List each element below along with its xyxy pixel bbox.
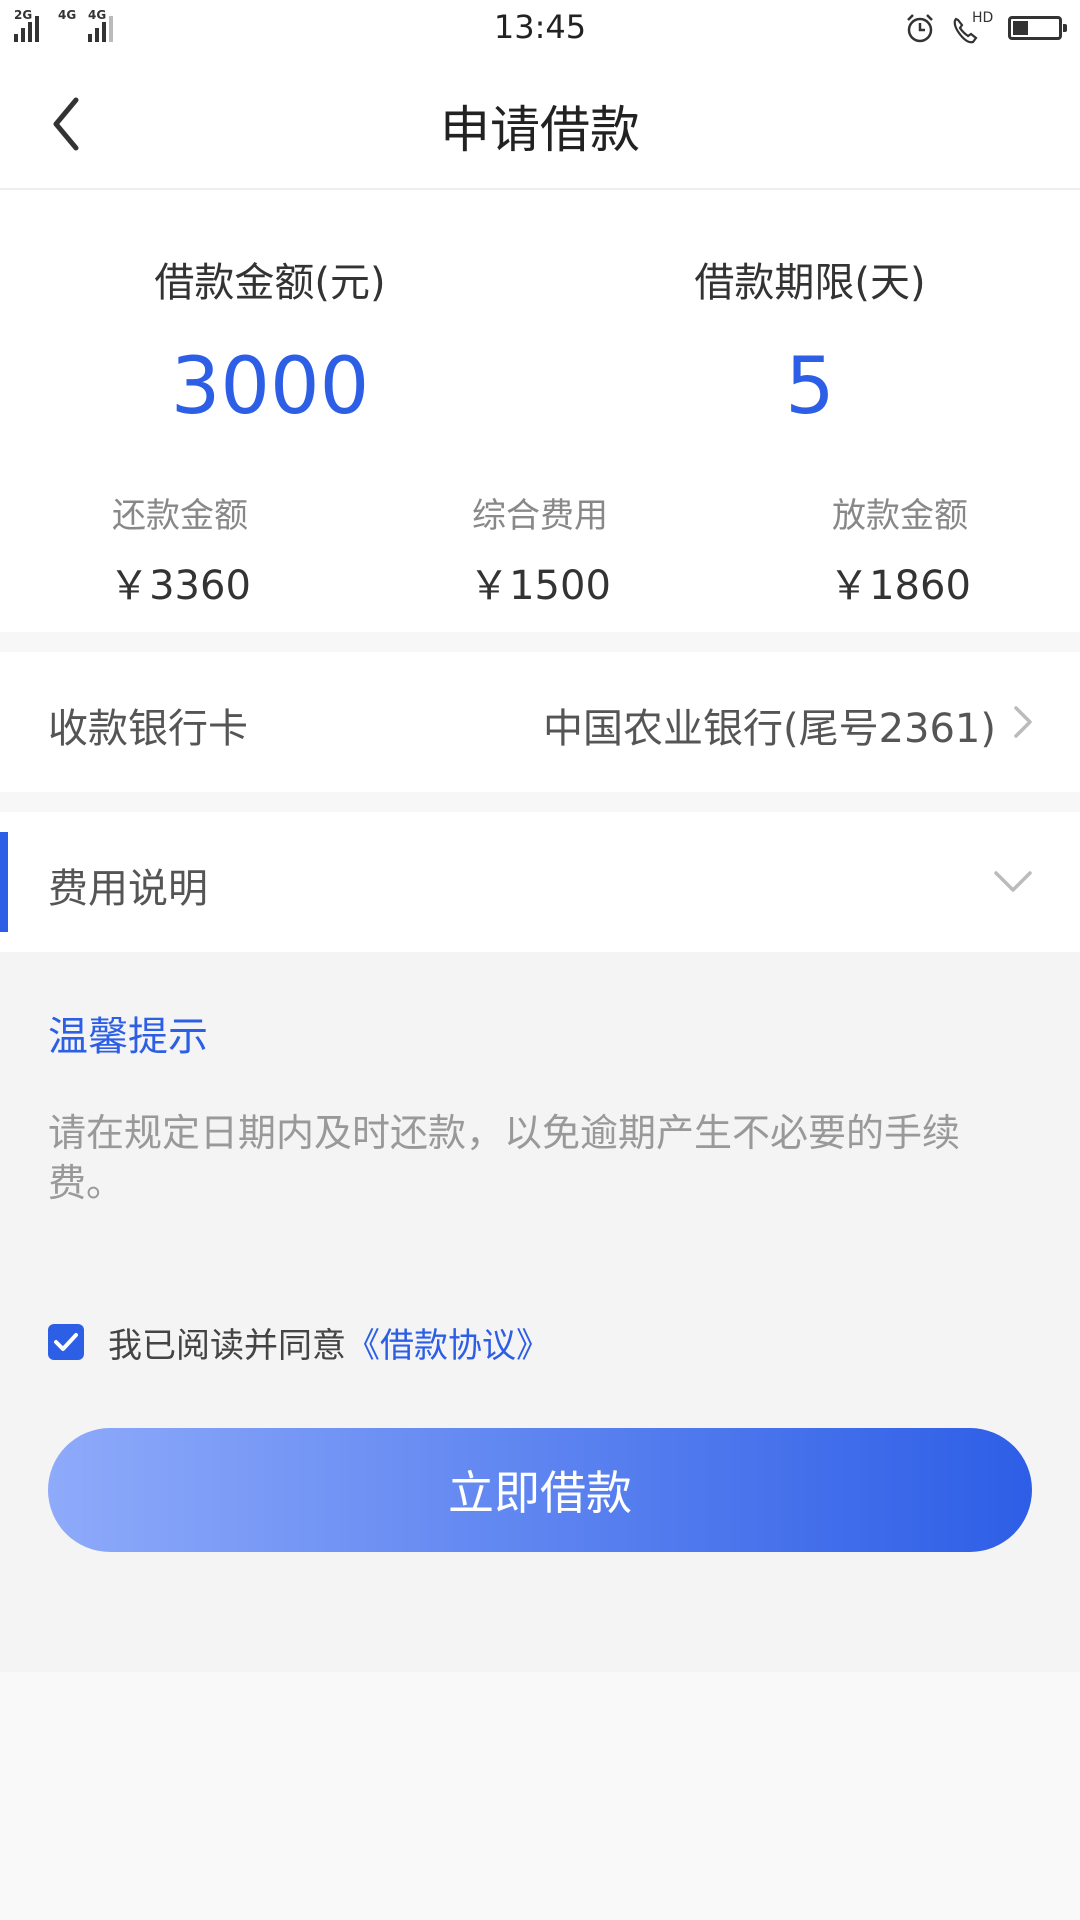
- repay-amount-block: 还款金额 ￥3360: [0, 488, 360, 611]
- loan-summary-card: 借款金额(元) 3000 借款期限(天) 5 还款金额 ￥3360 综合费用 ￥…: [0, 190, 1080, 632]
- agreement-text: 我已阅读并同意: [108, 1325, 346, 1366]
- hd-label: HD: [972, 10, 994, 26]
- bank-card-value: 中国农业银行(尾号2361): [542, 706, 996, 752]
- alarm-icon: [907, 14, 933, 43]
- total-fee-label: 综合费用: [472, 496, 608, 536]
- loan-term-block: 借款期限(天) 5: [540, 250, 1080, 432]
- loan-agreement-link[interactable]: 《借款协议》: [346, 1318, 550, 1367]
- page-title: 申请借款: [440, 101, 640, 159]
- battery-icon: [1008, 16, 1067, 40]
- loan-amount-block: 借款金额(元) 3000: [0, 250, 540, 432]
- fee-description-row[interactable]: 费用说明: [0, 812, 1080, 952]
- loan-term-label: 借款期限(天): [694, 260, 926, 306]
- nav-header: 申请借款: [0, 58, 1080, 190]
- status-bar: 2G 4G 4G 13:45 HD: [0, 0, 1080, 58]
- loan-amount-value[interactable]: 3000: [0, 342, 540, 432]
- apply-loan-button[interactable]: 立即借款: [48, 1428, 1032, 1552]
- fee-description-label: 费用说明: [48, 866, 208, 912]
- repay-amount-value: ￥3360: [109, 563, 251, 609]
- loan-amount-label: 借款金额(元): [154, 260, 386, 306]
- chevron-down-icon: [994, 871, 1032, 892]
- tips-section: 温馨提示 请在规定日期内及时还款，以免逾期产生不必要的手续费。 我已阅读并同意 …: [0, 952, 1080, 1672]
- phone-hd-icon: HD: [950, 10, 994, 44]
- status-icons: HD: [904, 10, 1067, 46]
- total-fee-value: ￥1500: [469, 563, 611, 609]
- checkmark-icon: [54, 1333, 78, 1351]
- disburse-amount-block: 放款金额 ￥1860: [720, 488, 1080, 611]
- disburse-amount-label: 放款金额: [832, 496, 968, 536]
- loan-term-value[interactable]: 5: [540, 342, 1080, 432]
- agreement-row: 我已阅读并同意 《借款协议》: [48, 1322, 550, 1366]
- total-fee-block: 综合费用 ￥1500: [360, 488, 720, 611]
- agreement-checkbox[interactable]: [48, 1324, 84, 1360]
- tips-text: 请在规定日期内及时还款，以免逾期产生不必要的手续费。: [48, 1111, 961, 1205]
- chevron-right-icon: [1014, 706, 1032, 738]
- repay-amount-label: 还款金额: [112, 496, 248, 536]
- disburse-amount-value: ￥1860: [829, 563, 971, 609]
- bank-card-label: 收款银行卡: [48, 706, 248, 752]
- tips-title: 温馨提示: [48, 1014, 208, 1060]
- bank-card-row[interactable]: 收款银行卡 中国农业银行(尾号2361): [0, 652, 1080, 792]
- section-accent-bar: [0, 832, 8, 932]
- page-bottom-area: [0, 1672, 1080, 1920]
